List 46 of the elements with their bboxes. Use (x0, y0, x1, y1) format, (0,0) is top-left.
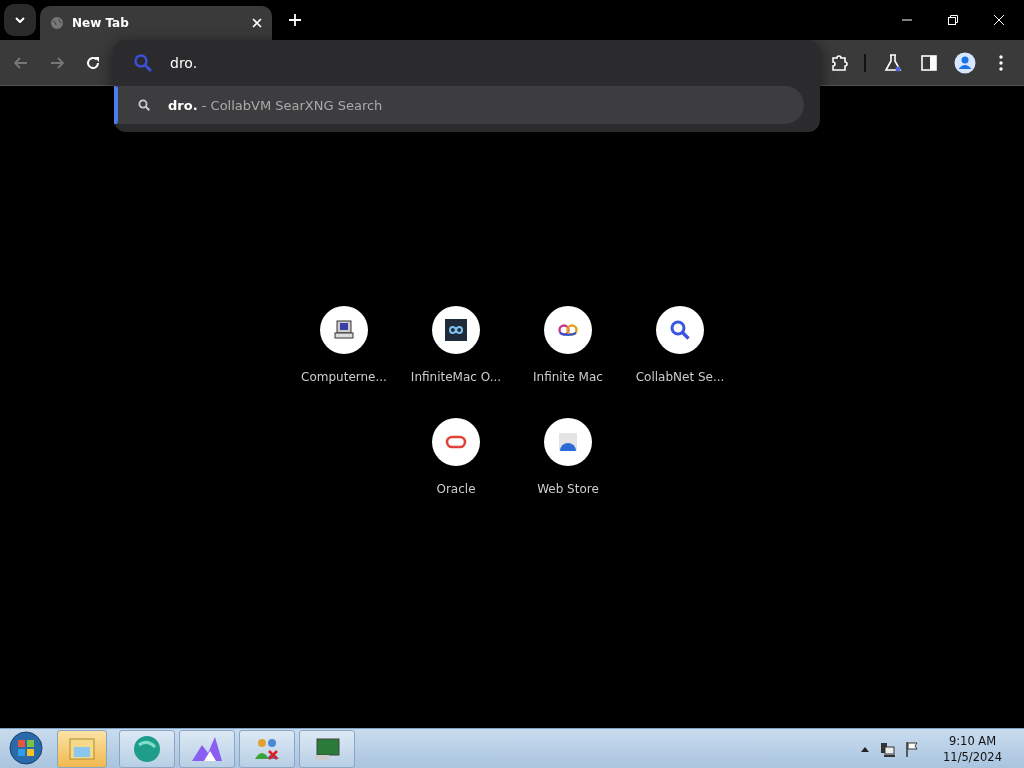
search-icon (138, 99, 150, 111)
browser-taskbar-button[interactable] (119, 729, 175, 768)
shortcut-title: CollabNet Se... (635, 370, 725, 384)
plus-icon (289, 14, 301, 26)
suggestion-text: dro. - CollabVM SearXNG Search (168, 97, 383, 113)
shortcut-tile[interactable] (320, 306, 368, 354)
shortcut-title: Web Store (537, 482, 599, 496)
suggestion-item[interactable]: dro. - CollabVM SearXNG Search (114, 86, 804, 124)
shortcut-tile[interactable] (432, 306, 480, 354)
shortcut-title: InfiniteMac O... (410, 370, 502, 384)
clock[interactable]: 9:10 AM 11/5/2024 (943, 732, 1002, 765)
app-taskbar-button[interactable] (299, 729, 355, 768)
restore-icon (948, 15, 958, 25)
shortcut-tile[interactable] (432, 418, 480, 466)
tab-title: New Tab (72, 16, 130, 30)
browser-tab[interactable]: New Tab (40, 6, 272, 40)
close-icon[interactable] (252, 18, 262, 28)
network-icon[interactable] (879, 740, 896, 757)
side-panel-icon (921, 54, 937, 71)
computer-icon (332, 318, 356, 342)
arrow-right-icon (50, 56, 64, 69)
avatar-icon (954, 51, 976, 74)
chevron-down-icon (15, 17, 25, 23)
shortcut-tile[interactable] (656, 306, 704, 354)
search-icon (134, 54, 152, 72)
app-taskbar-button[interactable] (179, 729, 235, 768)
globe-icon (50, 16, 64, 30)
shortcut-title: Computerne... (301, 370, 387, 384)
infinity-icon (444, 318, 468, 342)
flask-icon (884, 53, 902, 72)
search-icon (668, 318, 692, 342)
app-taskbar-button[interactable] (239, 729, 295, 768)
shortcut-tile[interactable] (544, 418, 592, 466)
close-icon (994, 15, 1004, 25)
tab-search-button[interactable] (4, 4, 36, 36)
shortcut-title: Oracle (436, 482, 476, 496)
store-icon (556, 430, 580, 454)
reload-icon (86, 55, 100, 70)
puzzle-icon (830, 53, 848, 72)
shortcut-tile[interactable] (544, 306, 592, 354)
shortcut-title: Infinite Mac (533, 370, 603, 384)
start-button[interactable] (8, 730, 44, 767)
windows-orb-icon (9, 730, 43, 765)
arrow-left-icon (14, 56, 28, 69)
chevron-up-icon[interactable] (861, 745, 870, 752)
menu-icon (999, 54, 1003, 71)
